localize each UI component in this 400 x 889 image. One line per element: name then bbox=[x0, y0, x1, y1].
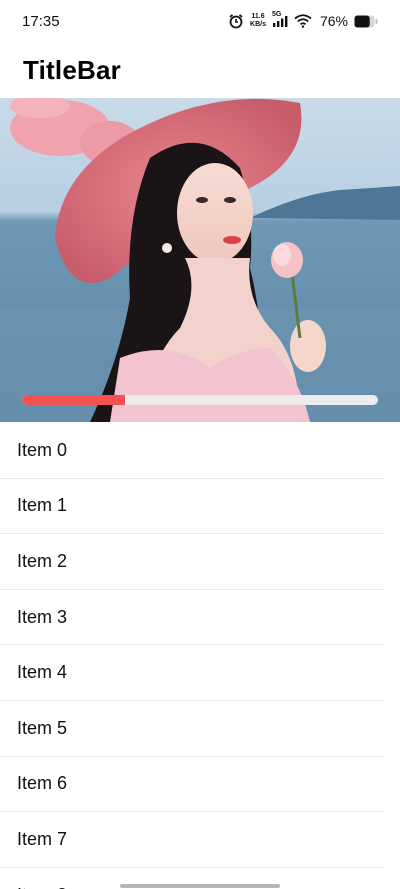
list-item[interactable]: Item 0 bbox=[0, 423, 384, 479]
wifi-icon bbox=[294, 14, 312, 28]
list-item-label: Item 5 bbox=[17, 717, 68, 738]
list-item-label: Item 3 bbox=[17, 606, 68, 627]
list-item-label: Item 1 bbox=[17, 495, 68, 516]
list-item-label: Item 6 bbox=[17, 773, 68, 794]
list-item-label: Item 0 bbox=[17, 439, 68, 460]
list-item[interactable]: Item 4 bbox=[0, 645, 384, 701]
video-progress-bar[interactable] bbox=[22, 395, 378, 405]
network-speed-value: 11.6 bbox=[251, 13, 265, 20]
list-item[interactable]: Item 3 bbox=[0, 590, 384, 646]
page-title: TitleBar bbox=[23, 54, 121, 85]
network-speed: 11.6 KB/s bbox=[250, 13, 266, 29]
list-item-label: Item 4 bbox=[17, 662, 68, 683]
status-time: 17:35 bbox=[22, 12, 60, 30]
alarm-clock-icon bbox=[228, 13, 244, 29]
video-player[interactable] bbox=[0, 98, 400, 422]
list-item-label: Item 2 bbox=[17, 550, 68, 571]
item-list: Item 0 Item 1 Item 2 Item 3 Item 4 Item 5 Item… bbox=[0, 423, 400, 889]
list-item[interactable]: Item 6 bbox=[0, 757, 384, 813]
home-indicator[interactable] bbox=[120, 884, 280, 888]
list-item-label: Item 8 bbox=[17, 885, 67, 889]
title-bar: TitleBar bbox=[0, 42, 400, 98]
status-icons: 11.6 KB/s 5G 76% bbox=[228, 11, 378, 29]
cellular-signal-icon: 5G bbox=[272, 11, 288, 28]
battery-percent: 76% bbox=[319, 13, 348, 29]
status-bar: 17:35 11.6 KB/s 5G 76% bbox=[0, 0, 400, 42]
list-item[interactable]: Item 5 bbox=[0, 701, 384, 757]
network-speed-unit: KB/s bbox=[250, 21, 266, 28]
list-item-label: Item 7 bbox=[17, 828, 68, 849]
list-item[interactable]: Item 1 bbox=[0, 479, 384, 535]
list-item[interactable]: Item 2 bbox=[0, 534, 384, 590]
video-progress-fill bbox=[22, 395, 126, 405]
battery-icon bbox=[354, 15, 378, 28]
list-item[interactable]: Item 7 bbox=[0, 812, 384, 868]
video-frame-image bbox=[0, 98, 400, 422]
